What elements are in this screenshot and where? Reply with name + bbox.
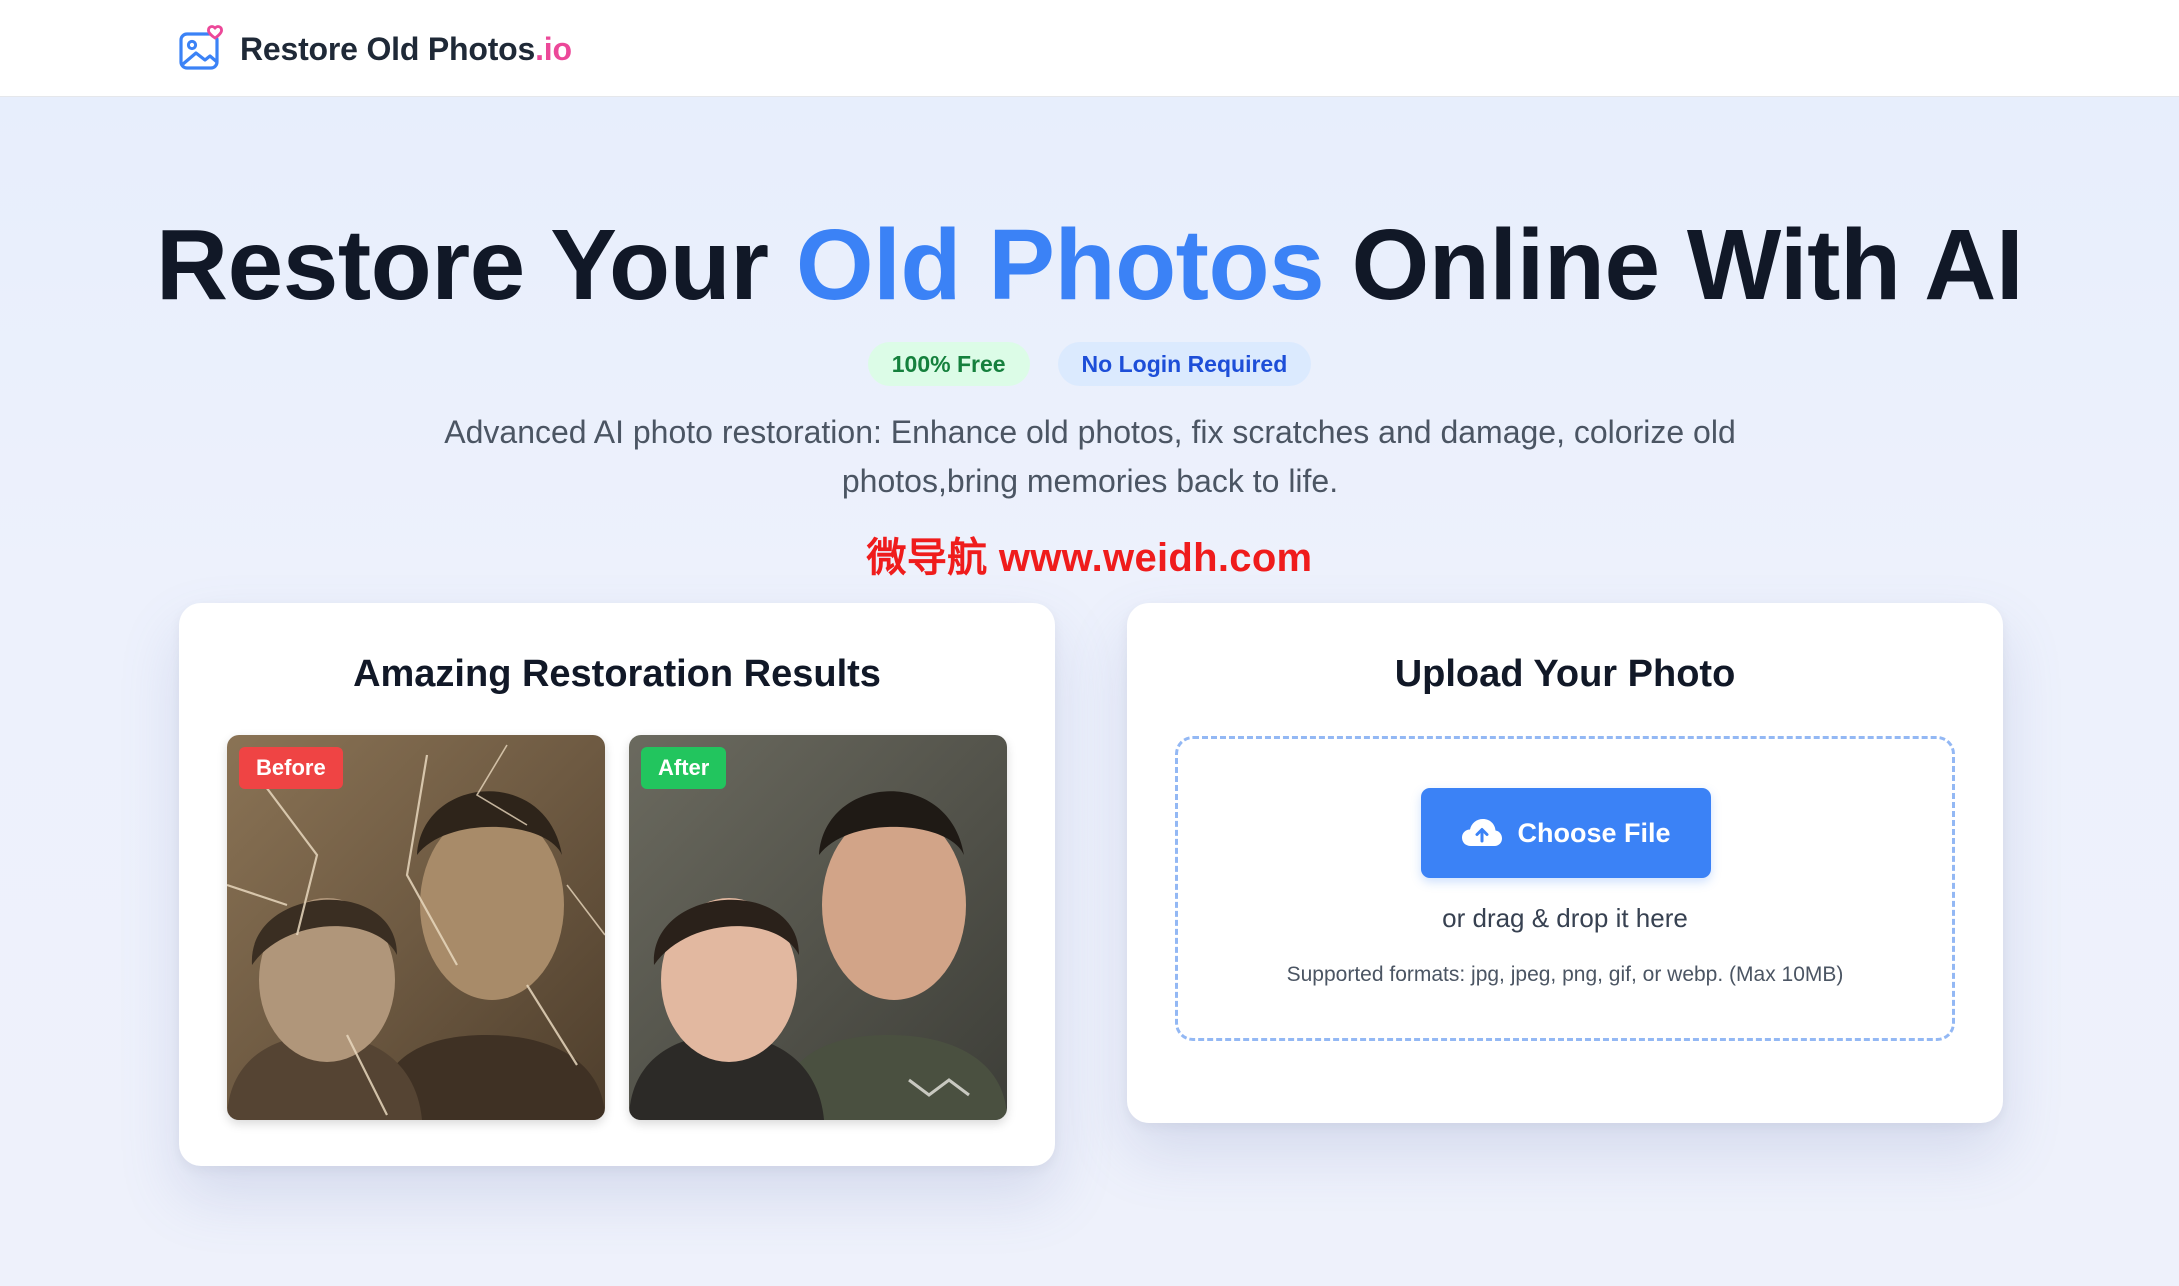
choose-file-label: Choose File (1517, 817, 1671, 848)
page-title: Restore Your Old Photos Online With AI (0, 205, 2179, 325)
upload-title: Upload Your Photo (1394, 653, 1736, 695)
hero-subtitle: Advanced AI photo restoration: Enhance o… (444, 414, 1736, 499)
cloud-upload-icon (1462, 819, 1503, 846)
top-nav: Restore Old Photos.io (0, 0, 2179, 97)
feature-badges: 100% Free No Login Required (0, 342, 2179, 386)
after-tag: After (641, 747, 727, 789)
results-card: Amazing Restoration Results Before After (179, 603, 1055, 1166)
results-title: Amazing Restoration Results (353, 653, 881, 695)
badge-no-login: No Login Required (1057, 342, 1312, 386)
before-photo: Before (227, 735, 605, 1120)
brand-logo[interactable]: Restore Old Photos.io (178, 24, 572, 74)
watermark-text: 微导航 www.weidh.com (866, 536, 1313, 580)
title-part1: Restore Your (155, 209, 796, 321)
brand-name: Restore Old Photos.io (240, 30, 572, 67)
after-photo: After (629, 735, 1007, 1120)
badge-free: 100% Free (867, 342, 1030, 386)
before-tag: Before (239, 747, 343, 789)
upload-card: Upload Your Photo Choose File or drag & … (1127, 603, 2003, 1123)
title-accent: Old Photos (795, 209, 1325, 321)
supported-formats: Supported formats: jpg, jpeg, png, gif, … (1286, 963, 1844, 986)
before-photo-image (227, 735, 605, 1120)
title-part2: Online With AI (1324, 209, 2024, 321)
choose-file-button[interactable]: Choose File (1421, 788, 1711, 878)
file-dropzone[interactable]: Choose File or drag & drop it here Suppo… (1175, 736, 1955, 1041)
after-photo-image (629, 735, 1007, 1120)
drag-drop-hint: or drag & drop it here (1442, 903, 1688, 933)
photo-heart-icon (179, 25, 223, 70)
